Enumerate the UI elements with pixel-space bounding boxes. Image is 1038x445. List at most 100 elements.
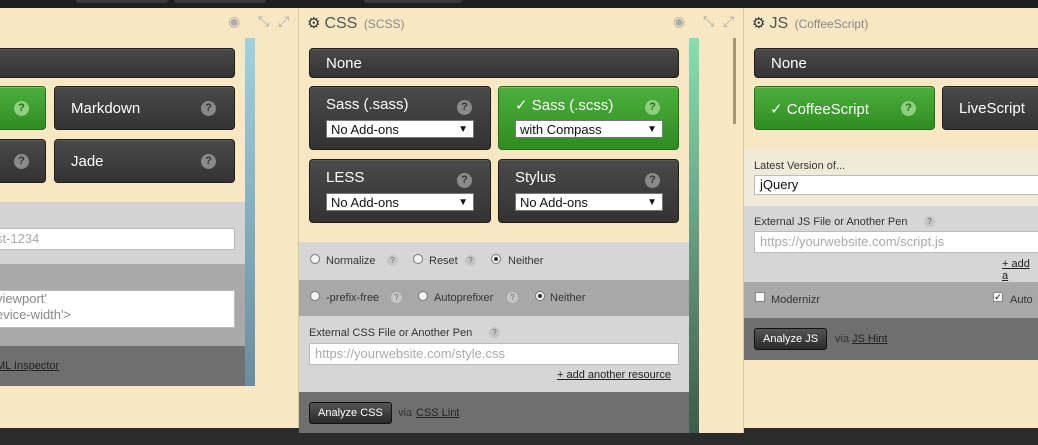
head-line-2: evice-width'> — [0, 307, 72, 322]
prefix-free-radio[interactable] — [310, 291, 320, 301]
html-inspector-link[interactable]: ML Inspector — [0, 360, 59, 372]
modernizr-checkbox[interactable] — [755, 292, 765, 302]
help-icon[interactable]: ? — [924, 216, 935, 227]
js-external-input[interactable]: https://yourwebsite.com/script.js — [754, 231, 1038, 253]
sass-addon-select[interactable]: No Add-ons ▼ — [326, 120, 474, 138]
js-settings-panel: ⚙ JS (CoffeeScript) None ✓ CoffeeScript ?… — [744, 8, 1038, 428]
coffeescript-label: ✓ CoffeeScript — [770, 101, 870, 118]
normalize-label: Normalize — [326, 255, 376, 267]
stylus-addon-value: No Add-ons — [520, 195, 588, 210]
autoprefixer-radio[interactable] — [418, 291, 428, 301]
stylus-addon-select[interactable]: No Add-ons ▼ — [515, 193, 663, 211]
html-class-input[interactable]: st-1234 — [0, 228, 235, 250]
jade-label: Jade — [71, 153, 104, 170]
html-preprocessor-selected-button[interactable]: ? — [0, 86, 46, 130]
markdown-button[interactable]: Markdown ? — [54, 86, 235, 130]
help-icon[interactable]: ? — [457, 100, 472, 115]
css-panel-title: ⚙ CSS (SCSS) — [307, 14, 404, 33]
help-icon[interactable]: ? — [465, 255, 476, 266]
auto-checkbox[interactable]: ✓ — [993, 292, 1003, 302]
stylus-button[interactable]: Stylus ? No Add-ons ▼ — [498, 159, 679, 223]
help-icon[interactable]: ? — [901, 101, 916, 116]
help-icon[interactable]: ? — [391, 292, 402, 303]
scss-button[interactable]: ✓ Sass (.scss) ? with Compass ▼ — [498, 86, 679, 150]
eye-icon[interactable]: ◉ — [673, 13, 685, 30]
less-label: LESS — [326, 169, 365, 186]
css-via-text: via — [398, 407, 413, 419]
dropdown-arrow-icon: ▼ — [458, 124, 468, 135]
neither-prefix-radio[interactable] — [535, 291, 545, 301]
modernizr-label: Modernizr — [771, 294, 820, 306]
analyze-css-button[interactable]: Analyze CSS — [309, 402, 392, 424]
js-hint-link[interactable]: JS Hint — [852, 333, 887, 345]
expand-icon[interactable]: ⤢ — [723, 13, 734, 30]
eye-icon[interactable]: ◉ — [228, 13, 240, 30]
markdown-label: Markdown — [71, 100, 141, 117]
help-icon[interactable]: ? — [201, 154, 216, 169]
dropdown-arrow-icon: ▼ — [647, 197, 657, 208]
sass-label: Sass (.sass) — [326, 96, 409, 113]
scss-addon-select[interactable]: with Compass ▼ — [515, 120, 663, 138]
css-external-input[interactable]: https://yourwebsite.com/style.css — [309, 343, 679, 365]
html-head-textarea[interactable]: viewport' evice-width'> — [0, 290, 235, 328]
autoprefixer-label: Autoprefixer — [434, 292, 494, 304]
toolbar-tab[interactable] — [174, 0, 266, 3]
css-scrollbar[interactable] — [689, 38, 699, 433]
neither-reset-radio[interactable] — [491, 254, 501, 264]
css-lint-link[interactable]: CSS Lint — [416, 407, 459, 419]
less-addon-select[interactable]: No Add-ons ▼ — [326, 193, 474, 211]
css-scrollbar-thumb[interactable] — [733, 38, 736, 124]
less-addon-value: No Add-ons — [331, 195, 399, 210]
scss-label: ✓ Sass (.scss) — [515, 97, 614, 114]
help-icon[interactable]: ? — [645, 173, 660, 188]
gear-icon[interactable]: ⚙ — [307, 15, 320, 32]
analyze-js-button[interactable]: Analyze JS — [754, 328, 828, 350]
help-icon[interactable]: ? — [457, 173, 472, 188]
reset-label: Reset — [429, 255, 458, 267]
sass-button[interactable]: Sass (.sass) ? No Add-ons ▼ — [309, 86, 491, 150]
css-none-button[interactable]: None — [309, 48, 679, 78]
help-icon[interactable]: ? — [14, 101, 29, 116]
collapse-icon[interactable]: ⤡ — [258, 13, 269, 30]
livescript-button[interactable]: LiveScript — [942, 86, 1038, 130]
expand-icon[interactable]: ⤢ — [278, 13, 289, 30]
collapse-icon[interactable]: ⤡ — [703, 13, 714, 30]
toolbar-tab[interactable] — [76, 0, 168, 3]
coffeescript-button[interactable]: ✓ CoffeeScript ? — [754, 86, 935, 130]
html-none-button[interactable] — [0, 48, 235, 78]
js-add-resource-link[interactable]: + add a — [1002, 258, 1038, 282]
js-latest-input[interactable]: jQuery — [754, 175, 1038, 195]
help-icon[interactable]: ? — [14, 154, 29, 169]
top-toolbar-strip — [0, 0, 1038, 8]
js-title-text: JS — [769, 15, 789, 32]
html-preprocessor-button[interactable]: ? — [0, 139, 46, 183]
help-icon[interactable]: ? — [645, 100, 660, 115]
js-none-button[interactable]: None — [754, 48, 1038, 78]
css-settings-panel: ⚙ CSS (SCSS) ◉ ⤡ ⤢ None Sass (.sass) ? No… — [299, 8, 744, 433]
toolbar-tab[interactable] — [364, 0, 462, 3]
js-latest-label: Latest Version of... — [754, 160, 846, 172]
html-panel-header: ◉ ⤡ ⤢ — [0, 8, 298, 36]
help-icon[interactable]: ? — [387, 255, 398, 266]
css-title-text: CSS — [324, 15, 358, 32]
normalize-radio[interactable] — [310, 254, 320, 264]
prefix-free-label: -prefix-free — [326, 292, 380, 304]
neither-reset-label: Neither — [508, 255, 544, 267]
auto-label: Auto — [1010, 294, 1033, 306]
html-scrollbar[interactable] — [245, 38, 255, 386]
gear-icon[interactable]: ⚙ — [752, 15, 765, 32]
css-add-resource-link[interactable]: + add another resource — [557, 369, 671, 381]
less-button[interactable]: LESS ? No Add-ons ▼ — [309, 159, 491, 223]
sass-addon-value: No Add-ons — [331, 122, 399, 137]
js-subtitle: (CoffeeScript) — [794, 17, 869, 31]
scss-addon-value: with Compass — [520, 122, 602, 137]
reset-radio[interactable] — [413, 254, 423, 264]
help-icon[interactable]: ? — [489, 327, 500, 338]
jade-button[interactable]: Jade ? — [54, 139, 235, 183]
dropdown-arrow-icon: ▼ — [647, 124, 657, 135]
js-via-text: via — [835, 333, 850, 345]
js-none-label: None — [771, 55, 807, 72]
html-settings-panel: ◉ ⤡ ⤢ ? Markdown ? ? Jade ? st-1234 view… — [0, 8, 299, 428]
help-icon[interactable]: ? — [201, 101, 216, 116]
help-icon[interactable]: ? — [507, 292, 518, 303]
